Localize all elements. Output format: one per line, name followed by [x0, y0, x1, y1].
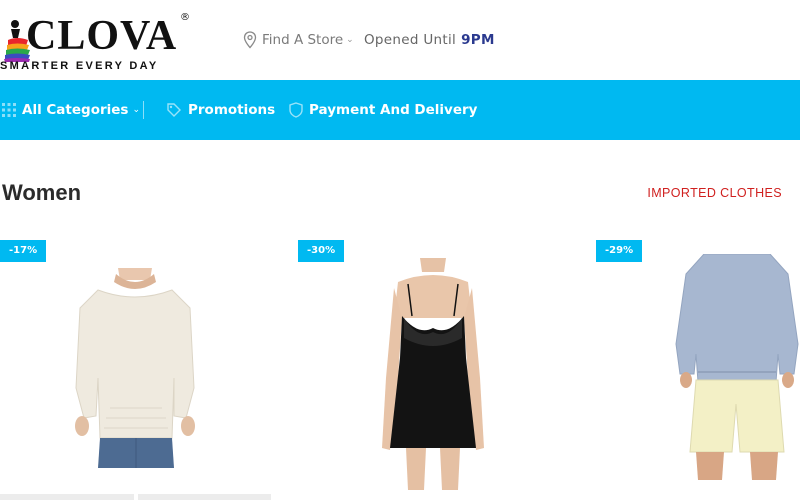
- clova-logo[interactable]: CLOVA ® SMARTER EVERY DAY: [0, 10, 195, 72]
- product-card[interactable]: -30%: [298, 240, 543, 500]
- store-hours: Opened Until 9PM: [364, 30, 495, 50]
- product-card[interactable]: -17%: [0, 240, 245, 500]
- nav-all-categories-label: All Categories: [22, 102, 129, 118]
- find-store-dropdown[interactable]: Find A Store ⌄: [243, 30, 354, 50]
- product-image-sweatshirt-shorts: [675, 254, 799, 480]
- find-store-label: Find A Store: [262, 32, 344, 48]
- product-image-beige-top: [75, 268, 195, 468]
- chevron-down-icon: ⌄: [132, 105, 140, 115]
- logo-wordmark: CLOVA: [26, 13, 178, 59]
- opened-time: 9PM: [461, 32, 495, 48]
- nav-promotions-label: Promotions: [188, 102, 276, 118]
- section-title: Women: [2, 180, 82, 205]
- nav-payment-delivery[interactable]: Payment And Delivery: [289, 80, 477, 140]
- discount-badge: -30%: [298, 240, 345, 262]
- product-info-bar: [138, 494, 271, 500]
- product-card[interactable]: -29%: [596, 240, 800, 500]
- tag-icon: [167, 103, 181, 117]
- nav-payment-delivery-label: Payment And Delivery: [309, 102, 478, 118]
- chevron-down-icon: ⌄: [346, 35, 354, 45]
- nav-all-categories[interactable]: All Categories ⌄: [2, 80, 140, 140]
- site-header: CLOVA ® SMARTER EVERY DAY Find A Store ⌄…: [0, 0, 800, 80]
- nav-promotions[interactable]: Promotions: [166, 80, 275, 140]
- shield-icon: [289, 102, 303, 118]
- product-image-black-chemise: [382, 258, 484, 490]
- nav-divider: [143, 101, 144, 119]
- product-info-bar: [0, 494, 134, 500]
- logo-tagline: SMARTER EVERY DAY: [0, 60, 159, 72]
- discount-badge: -17%: [0, 240, 47, 262]
- map-pin-icon: [243, 31, 257, 49]
- grid-icon: [2, 103, 16, 117]
- imported-clothes-link[interactable]: IMPORTED CLOTHES: [647, 186, 782, 200]
- opened-label: Opened Until: [364, 32, 457, 48]
- registered-mark: ®: [180, 12, 190, 23]
- discount-badge: -29%: [596, 240, 643, 262]
